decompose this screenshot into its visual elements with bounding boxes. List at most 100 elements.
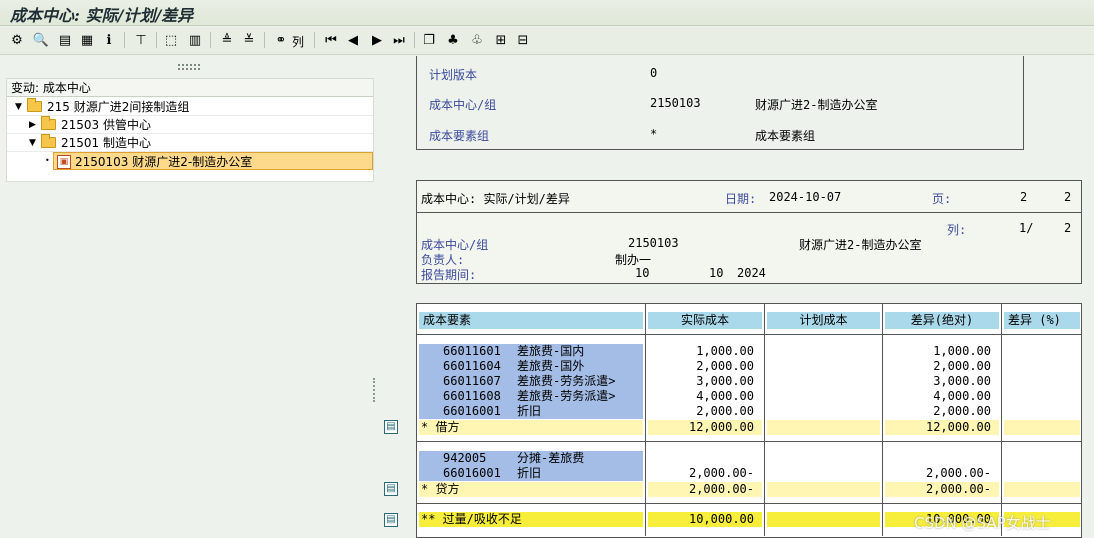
next-page-icon[interactable]: ▶ <box>368 31 386 49</box>
note-icon[interactable]: ▤ <box>384 482 398 496</box>
cost-element-cell[interactable]: 66011607 差旅费-劳务派遣> <box>419 374 643 389</box>
header-plan[interactable]: 计划成本 <box>767 312 880 329</box>
period-from: 10 <box>635 266 650 280</box>
tree2-icon[interactable]: ♧ <box>468 31 486 49</box>
cost-element-name: 折旧 <box>517 404 542 418</box>
header-diff-pct[interactable]: 差异 (%) <box>1004 312 1080 329</box>
column-label[interactable]: 列 <box>292 33 304 50</box>
folder-open-icon <box>27 98 42 112</box>
print-icon[interactable]: ▤ <box>56 31 74 49</box>
diff-cell: 4,000.00 <box>933 389 991 403</box>
folder-icon <box>41 116 56 130</box>
cost-element-code: 66011608 <box>443 389 501 403</box>
col-label: 列: <box>947 223 967 237</box>
actual-cell: 2,000.00 <box>696 359 754 373</box>
collapse-arrow-icon[interactable]: ▶ <box>29 116 36 134</box>
navigation-pane: 变动: 成本中心 ▼ 215 财源广进2间接制造组 ▶ 21503 供管中心 ▼… <box>0 56 380 538</box>
cost-element-name: 差旅费-劳务派遣> <box>517 389 616 403</box>
ce-group-name: 成本要素组 <box>755 129 816 143</box>
last-page-icon[interactable]: ⏭ <box>390 31 408 49</box>
diff-cell: 1,000.00 <box>933 344 991 358</box>
tree-node-2150103[interactable]: • ▣ 2150103 财源广进2-制造办公室 <box>7 152 373 170</box>
layout-icon[interactable]: ▦ <box>78 31 96 49</box>
page-label: 页: <box>932 192 952 206</box>
selected-node[interactable]: ▣ 2150103 财源广进2-制造办公室 <box>53 152 373 170</box>
pane-splitter[interactable] <box>372 56 380 538</box>
ce-group-label: 成本要素组 <box>429 129 490 143</box>
cc-value: 2150103 <box>628 236 679 250</box>
cost-element-cell[interactable]: 66011601 差旅费-国内 <box>419 344 643 359</box>
export-icon[interactable]: ⊞ <box>492 31 510 49</box>
debit-total-diff: 12,000.00 <box>885 420 999 435</box>
filter-icon[interactable]: ⊤ <box>132 31 150 49</box>
cost-element-name: 差旅费-国内 <box>517 344 585 358</box>
sort-asc-icon[interactable]: ≜ <box>218 31 236 49</box>
column-icon[interactable]: ▥ <box>186 31 204 49</box>
info-icon[interactable]: ℹ <box>100 31 118 49</box>
pane-grip[interactable] <box>178 64 200 70</box>
actual-cell: 4,000.00 <box>696 389 754 403</box>
ce-group-value: * <box>650 127 658 141</box>
cost-element-cell[interactable]: 66011604 差旅费-国外 <box>419 359 643 374</box>
tree-node-215[interactable]: ▼ 215 财源广进2间接制造组 <box>7 98 373 116</box>
actual-cell <box>648 451 762 466</box>
hierarchy-icon[interactable]: ⚙ <box>8 31 26 49</box>
grand-total-label: ** 过量/吸收不足 <box>419 512 643 527</box>
tree-node-21501[interactable]: ▼ 21501 制造中心 <box>7 134 373 152</box>
tree-icon[interactable]: ♣ <box>444 31 462 49</box>
search-icon[interactable]: 🔍 <box>32 31 50 49</box>
first-page-icon[interactable]: ⏮ <box>322 31 340 49</box>
col-total: 2 <box>1064 221 1072 235</box>
period-year: 2024 <box>737 266 766 280</box>
binoculars-icon[interactable]: ⚭ <box>272 31 290 49</box>
report-grid: 成本要素 实际成本 计划成本 差异(绝对) 差异 (%) * 借方 12,000… <box>416 303 1082 538</box>
date-value: 2024-10-07 <box>769 190 842 204</box>
page-value: 2 <box>1020 190 1028 204</box>
toolbar: ⚙ 🔍 ▤ ▦ ℹ ⊤ ⬚ ▥ ≜ ≚ ⚭ 列 ⏮ ◀ ▶ ⏭ ❐ ♣ ♧ ⊞ … <box>0 27 1094 55</box>
sort-desc-icon[interactable]: ≚ <box>240 31 258 49</box>
splitter-grip[interactable] <box>373 378 377 402</box>
cost-element-cell[interactable]: 66016001 折旧 <box>419 466 643 481</box>
diff-cell: 2,000.00 <box>933 404 991 418</box>
cost-element-cell[interactable]: 66011608 差旅费-劳务派遣> <box>419 389 643 404</box>
plan-cell <box>767 359 880 374</box>
cost-element-code: 66011607 <box>443 374 501 388</box>
cost-element-name: 差旅费-劳务派遣> <box>517 374 616 388</box>
pct-cell <box>1004 359 1080 374</box>
cost-element-name: 折旧 <box>517 466 542 480</box>
selection-info-box: 计划版本 0 成本中心/组 2150103 财源广进2-制造办公室 成本要素组 … <box>416 56 1024 150</box>
tree-node-21503[interactable]: ▶ 21503 供管中心 <box>7 116 373 134</box>
actual-cell: 2,000.00 <box>696 404 754 418</box>
folder-open-icon <box>41 134 56 148</box>
debit-total-label: * 借方 <box>419 420 643 435</box>
cost-element-code: 66011604 <box>443 359 501 373</box>
date-label: 日期: <box>725 192 757 206</box>
actual-cell: 1,000.00 <box>696 344 754 358</box>
cost-center-tree: 变动: 成本中心 ▼ 215 财源广进2间接制造组 ▶ 21503 供管中心 ▼… <box>6 78 374 182</box>
plan-cell <box>767 451 880 466</box>
select-icon[interactable]: ⬚ <box>162 31 180 49</box>
cost-element-code: 942005 <box>443 451 487 465</box>
plan-cell <box>767 404 880 419</box>
pct-cell <box>1004 344 1080 359</box>
cost-element-cell[interactable]: 942005 分摊-差旅费 <box>419 451 643 466</box>
note-icon[interactable]: ▤ <box>384 420 398 434</box>
grand-total-actual: 10,000.00 <box>648 512 762 527</box>
header-actual[interactable]: 实际成本 <box>648 312 762 329</box>
export2-icon[interactable]: ⊟ <box>514 31 532 49</box>
note-icon[interactable]: ▤ <box>384 513 398 527</box>
cost-element-cell[interactable]: 66016001 折旧 <box>419 404 643 419</box>
expand-icon[interactable]: ❐ <box>420 31 438 49</box>
debit-total-actual: 12,000.00 <box>648 420 762 435</box>
expand-arrow-icon[interactable]: ▼ <box>29 134 36 152</box>
header-diff-abs[interactable]: 差异(绝对) <box>885 312 999 329</box>
actual-cell: 3,000.00 <box>696 374 754 388</box>
expand-arrow-icon[interactable]: ▼ <box>15 98 22 116</box>
pct-cell <box>1004 404 1080 419</box>
header-cost-element[interactable]: 成本要素 <box>419 312 643 329</box>
pct-cell <box>1004 466 1080 481</box>
prev-page-icon[interactable]: ◀ <box>344 31 362 49</box>
cost-element-code: 66011601 <box>443 344 501 358</box>
cost-element-code: 66016001 <box>443 466 501 480</box>
tree-header: 变动: 成本中心 <box>7 79 373 97</box>
